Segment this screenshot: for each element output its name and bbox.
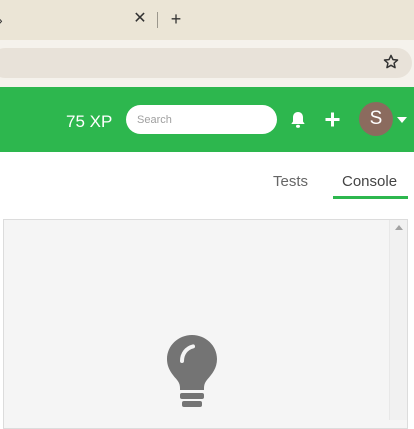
- scroll-up-arrow-icon[interactable]: [395, 225, 403, 230]
- tab-tests[interactable]: Tests: [273, 173, 308, 190]
- bell-icon[interactable]: [290, 111, 306, 129]
- tab-console[interactable]: Console: [342, 173, 397, 190]
- new-tab-button[interactable]: +: [168, 9, 184, 29]
- tab-title-fragment[interactable]: ›: [0, 12, 3, 28]
- plus-icon[interactable]: [325, 112, 340, 127]
- active-tab-indicator: [333, 196, 408, 199]
- console-scrollbar[interactable]: [389, 220, 407, 420]
- xp-counter: 75 XP: [66, 112, 113, 131]
- star-icon[interactable]: [382, 53, 400, 71]
- avatar[interactable]: S: [359, 102, 393, 136]
- search-input[interactable]: [126, 105, 277, 134]
- browser-tab-strip: [0, 0, 414, 40]
- tab-divider: [157, 12, 158, 28]
- caret-down-icon[interactable]: [397, 117, 407, 123]
- address-bar[interactable]: [0, 48, 412, 78]
- lightbulb-icon: [167, 335, 217, 407]
- browser-toolbar: [0, 40, 414, 87]
- close-tab-icon[interactable]: ✕: [133, 10, 147, 28]
